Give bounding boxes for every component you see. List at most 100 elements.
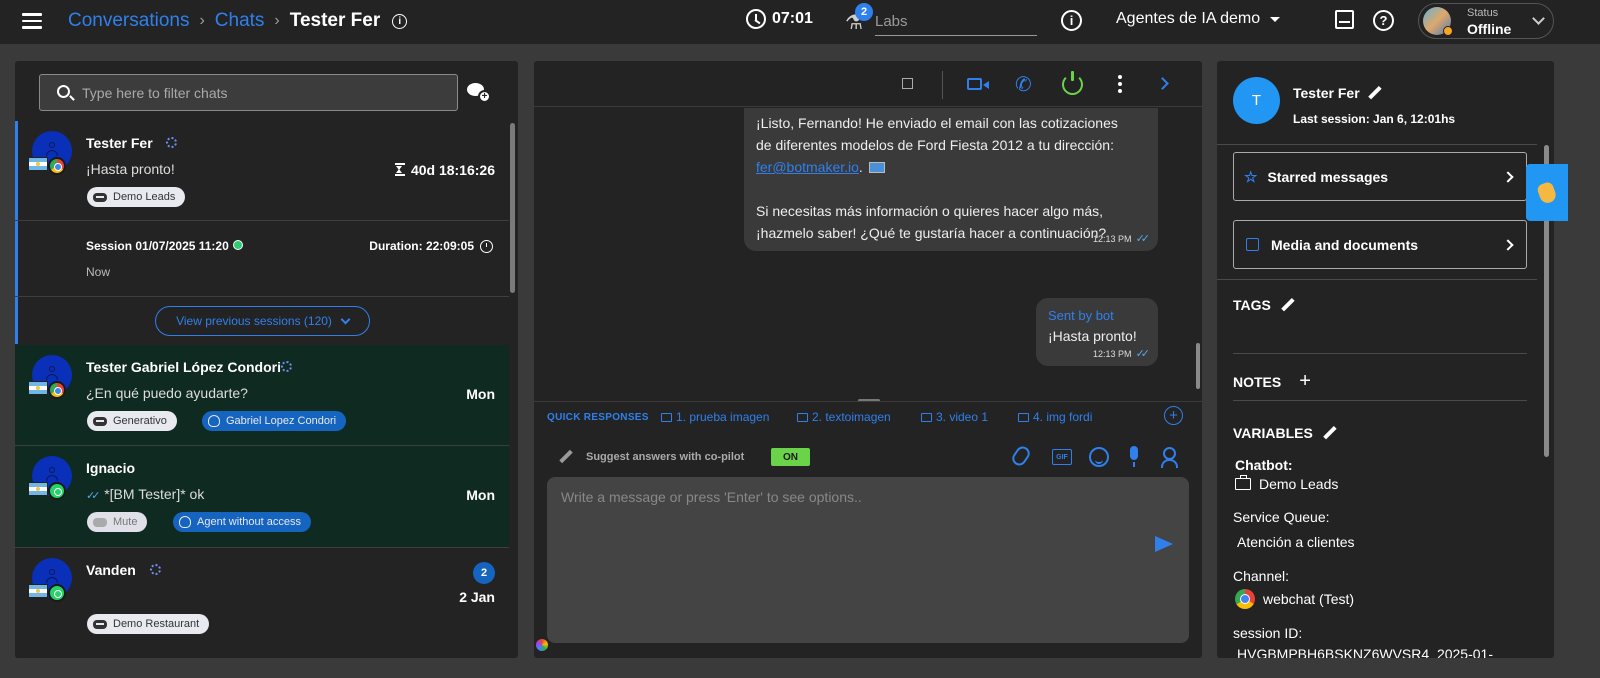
conversation-toolbar: ✆	[534, 61, 1202, 107]
chat-item[interactable]: Tester Fer ¡Hasta pronto! 40d 18:16:26 D…	[15, 121, 509, 220]
whatsapp-icon	[48, 584, 66, 602]
webchat-icon	[48, 157, 66, 175]
filter-chats-input[interactable]	[82, 75, 452, 110]
clock-icon	[746, 9, 766, 29]
power-icon[interactable]	[1062, 71, 1083, 95]
contact-panel: T Tester Fer Last session: Jan 6, 12:01h…	[1217, 61, 1554, 658]
quick-response-item[interactable]: 2. textoimagen	[797, 410, 891, 424]
chevron-right-icon[interactable]	[1156, 77, 1169, 90]
edit-icon[interactable]	[1368, 86, 1382, 100]
timer-value: 07:01	[772, 10, 813, 27]
bot-gear-icon	[166, 137, 177, 148]
star-icon: ☆	[1244, 168, 1258, 186]
double-check-icon: ✓✓	[1135, 233, 1151, 245]
channel-label: Channel:	[1233, 568, 1290, 584]
new-chat-icon[interactable]: +	[467, 83, 491, 103]
media-documents-button[interactable]: Media and documents	[1233, 220, 1527, 269]
avatar	[28, 558, 76, 606]
last-session: Last session: Jan 6, 12:01hs	[1293, 112, 1456, 126]
pencil-icon	[561, 449, 577, 465]
divider	[1217, 279, 1537, 280]
email-link[interactable]: fer@botmaker.io	[756, 159, 859, 175]
color-wheel-icon[interactable]	[536, 639, 548, 651]
quick-response-item[interactable]: 1. prueba imagen	[661, 410, 769, 424]
inbox-icon[interactable]	[1335, 10, 1354, 29]
chatbot-tag: Demo Leads	[87, 187, 186, 207]
video-call-icon[interactable]	[967, 78, 989, 90]
agent-selector-label: Agentes de IA demo	[1116, 10, 1261, 27]
contact-name: Tester Fer	[1293, 85, 1382, 101]
agent-selector[interactable]: Agentes de IA demo	[1116, 10, 1281, 28]
bot-gear-icon	[281, 361, 292, 372]
chat-preview: ¡Hasta pronto!	[86, 161, 175, 177]
agent-tag: Gabriel Lopez Condori	[202, 411, 347, 431]
quick-response-item[interactable]: 3. video 1	[921, 410, 988, 424]
waving-hand-icon[interactable]	[1526, 164, 1568, 221]
session-label: Session 01/07/2025 11:20	[86, 239, 243, 253]
tags-section: TAGS	[1233, 297, 1295, 313]
view-previous-sessions-button[interactable]: View previous sessions (120)	[155, 306, 370, 336]
message-icon	[797, 412, 808, 422]
bot-icon	[93, 517, 107, 527]
edit-icon[interactable]	[1281, 298, 1295, 312]
divider	[1217, 144, 1537, 145]
attach-icon[interactable]	[1009, 443, 1033, 469]
edit-icon[interactable]	[1323, 426, 1337, 440]
divider	[1233, 400, 1527, 401]
phone-icon[interactable]: ✆	[1015, 72, 1032, 97]
help-icon[interactable]: ?	[1373, 10, 1394, 31]
send-icon[interactable]	[1155, 536, 1173, 552]
bot-gear-icon	[150, 564, 161, 575]
menu-icon[interactable]	[20, 9, 44, 33]
message-input[interactable]	[561, 489, 1141, 629]
stop-icon[interactable]	[902, 78, 913, 89]
labs-input[interactable]	[875, 8, 1037, 36]
session-id-value: HVGBMPBH6BSKNZ6WVSR4_2025-01-	[1237, 646, 1493, 658]
info-icon[interactable]: i	[392, 13, 408, 29]
chat-item[interactable]: Tester Gabriel López Condori ¿En qué pue…	[15, 345, 509, 445]
session-duration: Duration: 22:09:05	[369, 239, 493, 253]
bot-icon	[93, 192, 107, 202]
hourglass-icon	[394, 163, 405, 176]
add-quick-response-icon[interactable]: +	[1164, 406, 1183, 425]
gif-icon[interactable]: GIF	[1052, 449, 1072, 465]
mute-tag: Mute	[87, 512, 148, 532]
breadcrumb-chats[interactable]: Chats	[215, 10, 265, 32]
labs-search: ⚗ 2	[845, 3, 1037, 38]
chat-item[interactable]: Ignacio ✓✓ *[BM Tester]* ok Mon Mute Age…	[15, 446, 509, 547]
info-icon[interactable]: i	[1061, 10, 1082, 31]
search-icon	[57, 85, 70, 98]
message-text: ¡Hasta pronto!	[1048, 328, 1137, 344]
quick-responses-title: QUICK RESPONSES	[547, 412, 649, 423]
labs-badge: 2	[855, 3, 873, 21]
agent-settings-icon[interactable]	[1161, 447, 1183, 468]
emoji-icon[interactable]	[1089, 447, 1109, 467]
argentina-flag-icon	[28, 157, 48, 171]
message-icon	[661, 412, 672, 422]
chatbot-tag: Demo Restaurant	[87, 614, 210, 634]
chat-time: 40d 18:16:26	[394, 162, 495, 178]
add-note-icon[interactable]: +	[1299, 370, 1311, 393]
scrollbar[interactable]	[1196, 343, 1200, 389]
chevron-right-icon: ›	[274, 12, 280, 29]
chat-name: Tester Gabriel López Condori	[86, 359, 281, 375]
chat-item[interactable]: Vanden 2 2 Jan Demo Restaurant	[15, 548, 509, 658]
session-row: Session 01/07/2025 11:20 Now Duration: 2…	[15, 221, 509, 296]
argentina-flag-icon	[28, 482, 48, 496]
whatsapp-icon	[48, 482, 66, 500]
breadcrumb: Conversations › Chats › Tester Fer i	[68, 8, 408, 34]
scrollbar[interactable]	[510, 123, 515, 293]
contact-avatar: T	[1233, 77, 1280, 124]
timer: 07:01	[746, 9, 813, 29]
image-icon	[1246, 238, 1259, 251]
more-options-icon[interactable]	[1118, 75, 1122, 93]
copilot-toggle[interactable]: ON	[771, 448, 810, 466]
chat-time: 2 Jan	[459, 589, 495, 605]
chevron-right-icon: ›	[199, 12, 205, 29]
microphone-icon[interactable]	[1130, 446, 1138, 467]
starred-messages-button[interactable]: ☆ Starred messages	[1233, 152, 1527, 201]
status-selector[interactable]: Status Offline	[1418, 3, 1554, 39]
quick-response-item[interactable]: 4. img fordi	[1018, 410, 1092, 424]
breadcrumb-conversations[interactable]: Conversations	[68, 10, 189, 32]
message-text: ¡Listo, Fernando! He enviado el email co…	[756, 115, 1118, 241]
